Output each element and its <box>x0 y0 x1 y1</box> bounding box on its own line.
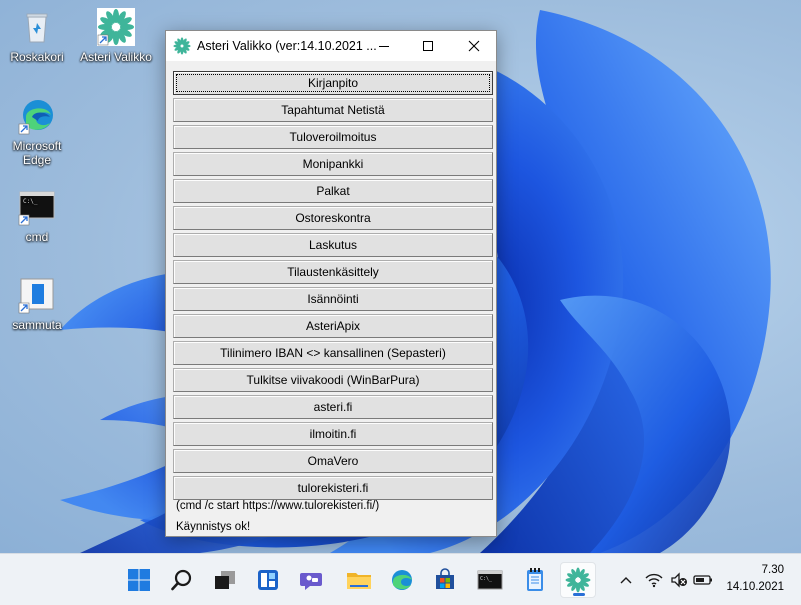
tilaustenkasittely-button[interactable]: Tilaustenkäsittely <box>173 260 493 284</box>
asteri-icon <box>173 37 191 55</box>
status-text: Käynnistys ok! <box>176 521 251 533</box>
file-explorer-button[interactable] <box>341 562 377 598</box>
search-icon <box>171 569 192 591</box>
desktop-icon-asteri-valikko[interactable]: Asteri Valikko <box>80 8 152 64</box>
asteriapix-button[interactable]: AsteriApix <box>173 314 493 338</box>
close-icon <box>468 40 480 52</box>
chevron-up-icon <box>620 577 632 584</box>
sepasteri-button[interactable]: Tilinimero IBAN <> kansallinen (Sepaster… <box>173 341 493 365</box>
notepad-button[interactable] <box>517 562 553 598</box>
file-explorer-icon <box>347 573 371 589</box>
asteri-icon <box>565 567 591 593</box>
ilmoitin-fi-button[interactable]: ilmoitin.fi <box>173 422 493 446</box>
tulorekisteri-fi-button[interactable]: tulorekisteri.fi <box>173 476 493 500</box>
omavero-button[interactable]: OmaVero <box>173 449 493 473</box>
palkat-button[interactable]: Palkat <box>173 179 493 203</box>
cmd-icon: C:\_ <box>18 191 55 226</box>
start-icon <box>128 569 150 591</box>
maximize-icon <box>423 41 433 51</box>
desktop-icon-label: Roskakori <box>10 50 64 64</box>
tapahtumat-netista-button[interactable]: Tapahtumat Netistä <box>173 98 493 122</box>
chat-icon <box>300 573 322 590</box>
kirjanpito-button[interactable]: Kirjanpito <box>173 71 493 95</box>
svg-text:C:\_: C:\_ <box>480 576 493 582</box>
search-button[interactable] <box>164 562 200 598</box>
svg-text:C:\_: C:\_ <box>23 198 38 205</box>
taskbar: C:\_ 7.30 14.10.2021 <box>0 553 801 605</box>
desktop-icon-label: Asteri Valikko <box>80 50 152 64</box>
desktop-icon-label: Microsoft Edge <box>12 139 62 167</box>
shortcut-file-icon <box>18 278 54 314</box>
close-button[interactable] <box>452 31 496 61</box>
asteri-icon <box>97 8 135 46</box>
store-icon <box>436 568 454 589</box>
isannointi-button[interactable]: Isännöinti <box>173 287 493 311</box>
notepad-icon <box>527 568 543 591</box>
minimize-button[interactable] <box>362 31 406 61</box>
wifi-icon <box>645 573 663 588</box>
battery-button[interactable] <box>692 570 714 590</box>
store-button[interactable] <box>427 562 463 598</box>
network-button[interactable] <box>643 570 665 590</box>
asteri-valikko-window: Asteri Valikko (ver:14.10.2021 ... Kirja… <box>165 30 497 537</box>
asteri-taskbar-button[interactable] <box>560 562 596 598</box>
task-view-icon <box>215 571 235 589</box>
task-view-button[interactable] <box>207 562 243 598</box>
clock-time: 7.30 <box>761 564 784 576</box>
menu-button-list: Kirjanpito Tapahtumat Netistä Tuloveroil… <box>173 71 493 503</box>
maximize-button[interactable] <box>406 31 450 61</box>
asteri-fi-button[interactable]: asteri.fi <box>173 395 493 419</box>
widgets-button[interactable] <box>250 562 286 598</box>
cmd-taskbar-button[interactable]: C:\_ <box>472 562 508 598</box>
start-button[interactable] <box>121 562 157 598</box>
desktop-icon-sammuta[interactable]: sammuta <box>1 276 73 332</box>
monipankki-button[interactable]: Monipankki <box>173 152 493 176</box>
volume-muted-icon <box>671 572 687 588</box>
widgets-icon <box>258 570 278 590</box>
desktop-icon-microsoft-edge[interactable]: Microsoft Edge <box>1 97 73 167</box>
desktop-icon-label: cmd <box>25 230 49 244</box>
chat-button[interactable] <box>293 562 329 598</box>
command-text: (cmd /c start https://www.tulorekisteri.… <box>176 500 380 512</box>
desktop-icon-recycle-bin[interactable]: Roskakori <box>1 8 73 64</box>
desktop-icon-cmd[interactable]: C:\_ cmd <box>1 188 73 244</box>
winbarpura-button[interactable]: Tulkitse viivakoodi (WinBarPura) <box>173 368 493 392</box>
laskutus-button[interactable]: Laskutus <box>173 233 493 257</box>
cmd-icon: C:\_ <box>477 570 503 590</box>
volume-button[interactable] <box>668 570 690 590</box>
edge-taskbar-button[interactable] <box>384 562 420 598</box>
title-bar[interactable]: Asteri Valikko (ver:14.10.2021 ... <box>166 31 496 61</box>
tuloveroilmoitus-button[interactable]: Tuloveroilmoitus <box>173 125 493 149</box>
taskbar-clock[interactable]: 7.30 14.10.2021 <box>718 562 784 596</box>
recycle-bin-icon <box>26 13 48 43</box>
ostoreskontra-button[interactable]: Ostoreskontra <box>173 206 493 230</box>
clock-date: 14.10.2021 <box>726 581 784 593</box>
minimize-icon <box>379 46 389 47</box>
edge-icon <box>18 100 53 135</box>
battery-icon <box>693 575 712 585</box>
show-hidden-icons-button[interactable] <box>615 570 637 590</box>
edge-icon <box>392 570 412 590</box>
desktop-icon-label: sammuta <box>12 318 62 332</box>
